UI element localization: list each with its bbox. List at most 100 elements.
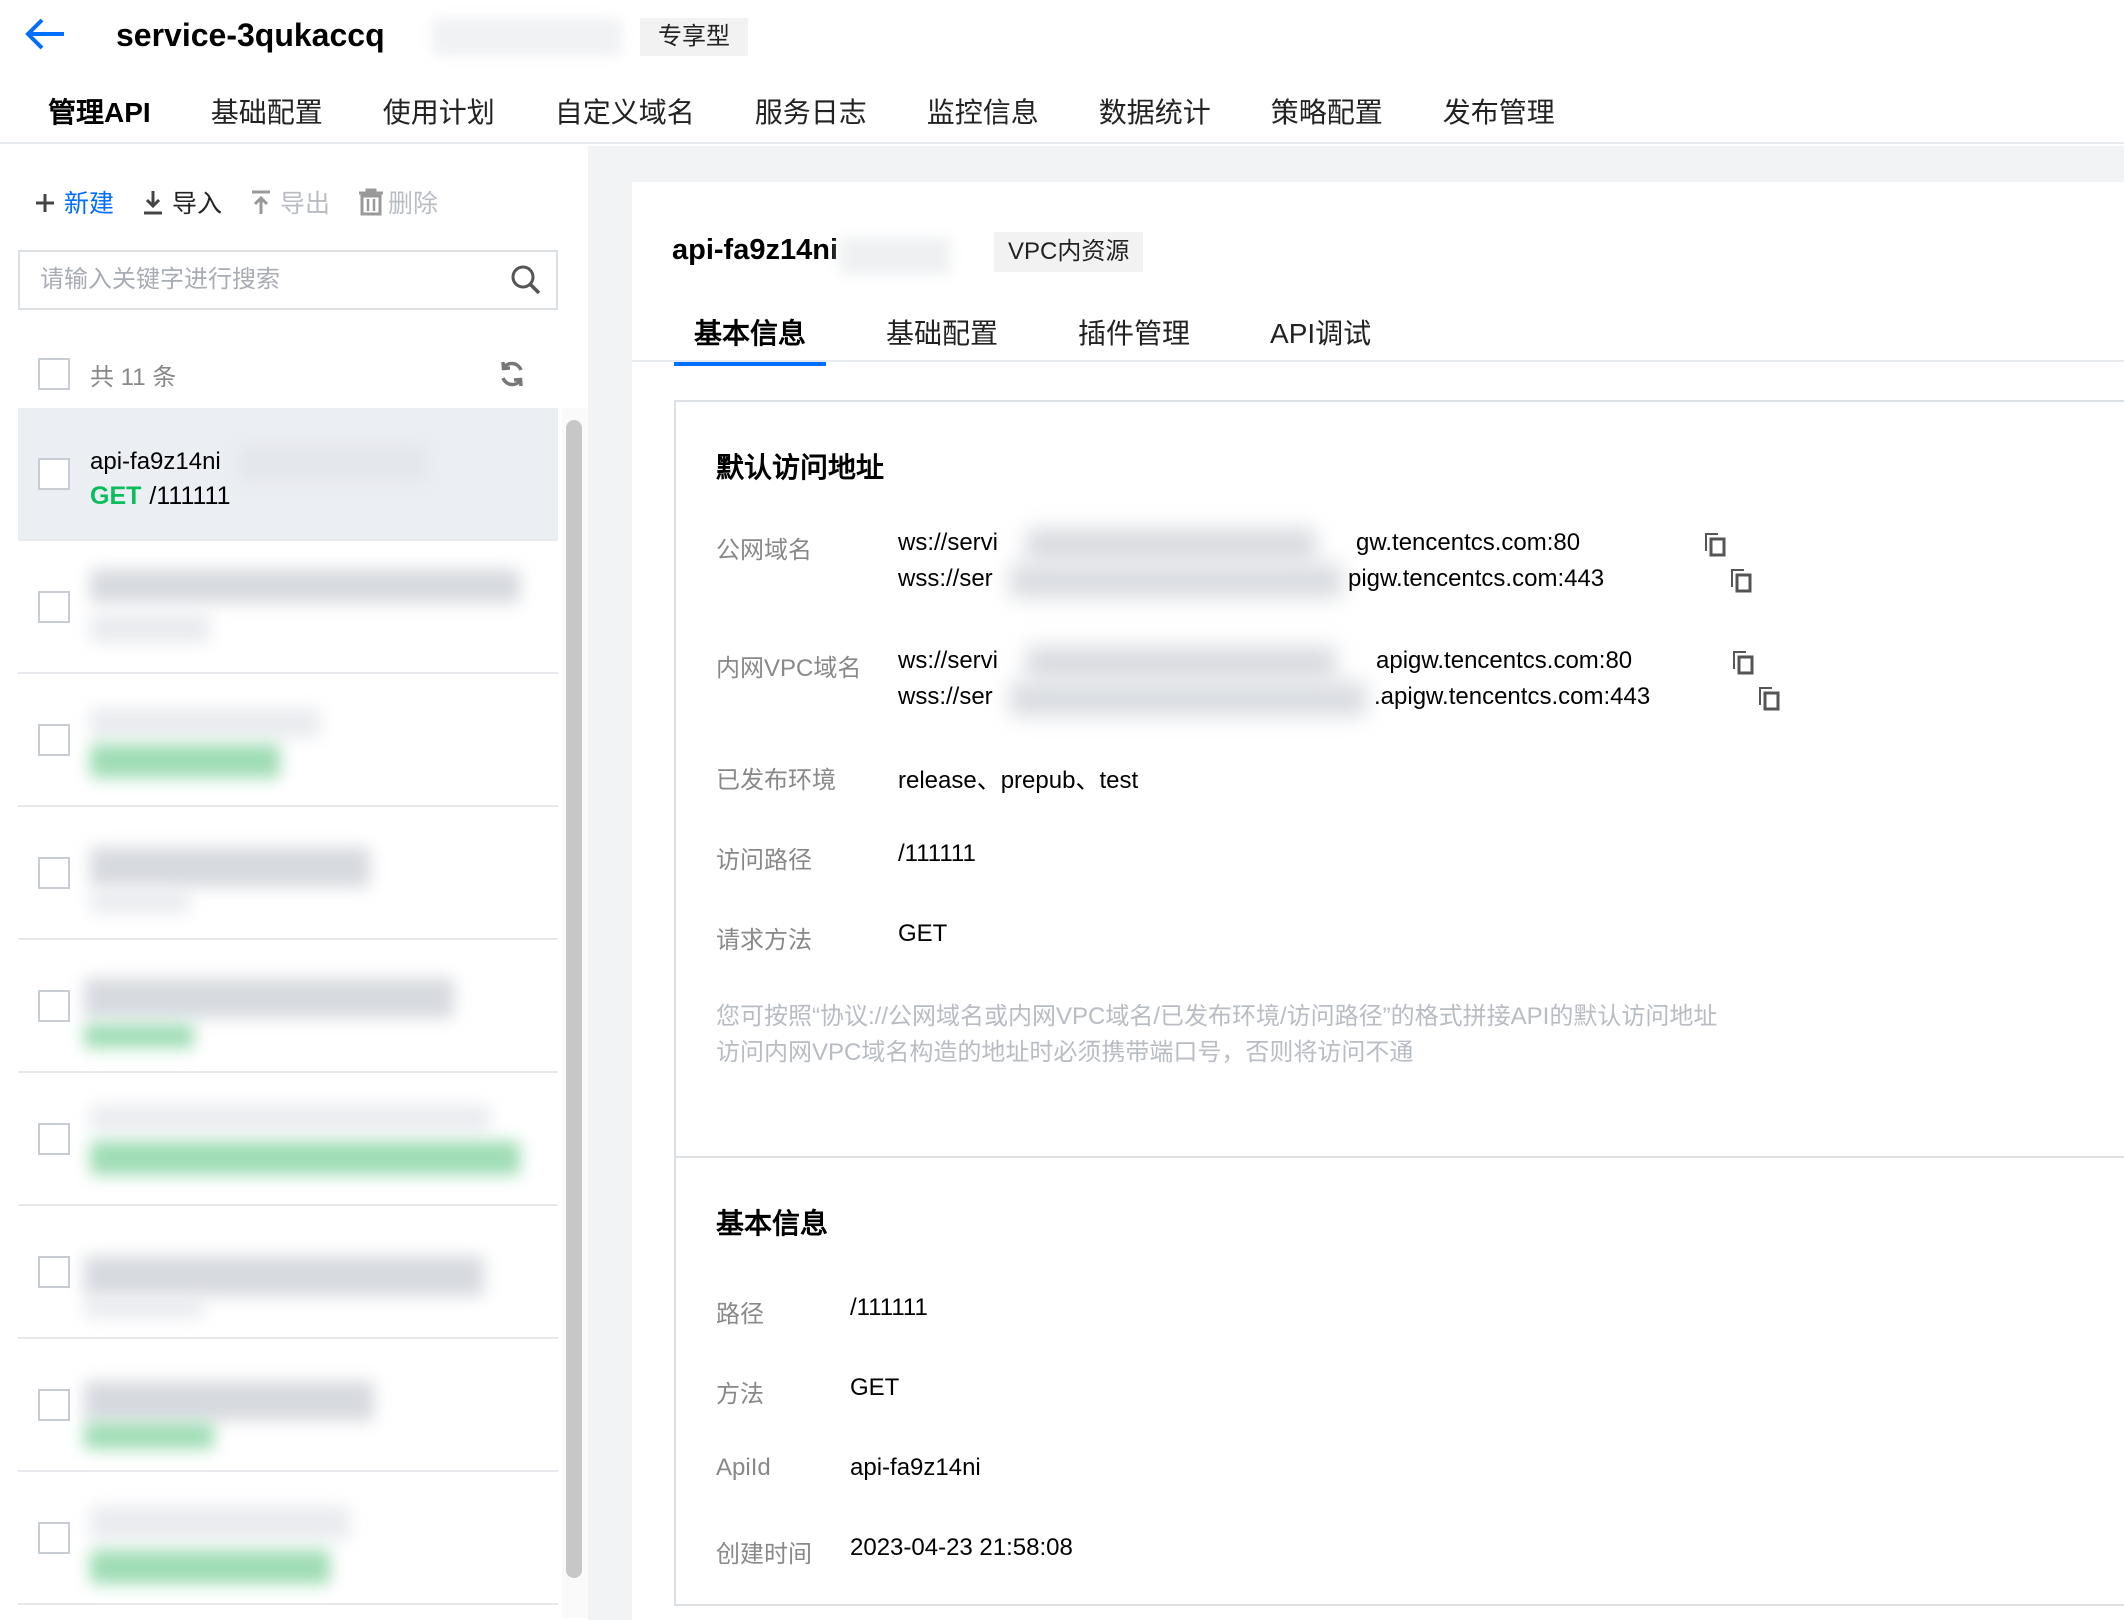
api-list-item[interactable]	[18, 1472, 558, 1605]
refresh-icon[interactable]	[496, 358, 528, 390]
trash-icon	[356, 188, 384, 216]
tab-plugin-management[interactable]: 插件管理	[1078, 312, 1190, 356]
redacted-text	[84, 978, 454, 1018]
vpc-wss-url: wss://ser .apigw.tencentcs.com:443	[898, 680, 1650, 716]
new-button-label: 新建	[64, 190, 115, 218]
tab-basic-config[interactable]: 基础配置	[211, 92, 323, 144]
url-end: .apigw.tencentcs.com:443	[1374, 683, 1651, 710]
redacted-text	[84, 1024, 194, 1048]
api-item-path-line: GET/111111	[90, 482, 231, 511]
upload-icon	[248, 188, 274, 216]
request-method-label: 请求方法	[716, 927, 812, 954]
tab-usage-plan[interactable]: 使用计划	[383, 92, 495, 144]
redacted-text	[238, 444, 428, 482]
api-list-item[interactable]	[18, 1339, 558, 1472]
request-method-value: GET	[898, 920, 948, 947]
api-detail-card: api-fa9z14ni VPC内资源 基本信息 基础配置 插件管理 API调试…	[632, 182, 2124, 1620]
redacted-text	[84, 1423, 214, 1449]
service-title: service-3qukaccq	[116, 17, 385, 53]
created-time-label: 创建时间	[716, 1541, 812, 1568]
tab-detail-basic-config[interactable]: 基础配置	[886, 312, 998, 356]
copy-icon[interactable]	[1756, 684, 1782, 712]
redacted-text	[90, 1506, 350, 1540]
tab-service-log[interactable]: 服务日志	[755, 92, 867, 144]
copy-icon[interactable]	[1702, 530, 1728, 558]
row-checkbox[interactable]	[38, 857, 70, 889]
import-button[interactable]: 导入	[140, 184, 222, 220]
tab-release-management[interactable]: 发布管理	[1443, 92, 1555, 144]
redacted-text	[90, 891, 190, 913]
api-list-panel: 新建 导入 导出 删除 共 11 条	[0, 146, 588, 1620]
search-box	[18, 250, 558, 310]
api-list-item[interactable]	[18, 940, 558, 1073]
redacted-url-part	[1026, 646, 1336, 680]
row-checkbox[interactable]	[38, 1389, 70, 1421]
new-button[interactable]: 新建	[32, 184, 114, 220]
list-scrollbar[interactable]	[566, 420, 582, 1578]
vpc-ws-url: ws://servi apigw.tencentcs.com:80	[898, 644, 1632, 680]
api-item-name: api-fa9z14ni	[90, 448, 221, 475]
delete-button[interactable]: 删除	[356, 184, 438, 220]
api-list-item[interactable]: api-fa9z14ni GET/111111	[18, 408, 558, 541]
tab-policy-config[interactable]: 策略配置	[1271, 92, 1383, 144]
redacted-text	[90, 1105, 490, 1131]
copy-icon[interactable]	[1728, 566, 1754, 594]
row-checkbox[interactable]	[38, 458, 70, 490]
api-list: api-fa9z14ni GET/111111	[18, 408, 558, 1605]
api-list-item[interactable]	[18, 541, 558, 674]
detail-tab-bar: 基本信息 基础配置 插件管理 API调试	[673, 312, 1451, 366]
tab-divider	[632, 360, 2124, 362]
delete-button-label: 删除	[388, 190, 439, 218]
api-item-path: /111111	[149, 482, 231, 510]
url-end: apigw.tencentcs.com:80	[1376, 647, 1633, 674]
row-checkbox[interactable]	[38, 1522, 70, 1554]
tab-api-debug[interactable]: API调试	[1270, 312, 1371, 356]
api-list-item[interactable]	[18, 674, 558, 807]
access-path-label: 访问路径	[716, 847, 812, 874]
api-list-item[interactable]	[18, 807, 558, 940]
export-button[interactable]: 导出	[248, 184, 330, 220]
api-list-item[interactable]	[18, 1073, 558, 1206]
export-button-label: 导出	[280, 190, 331, 218]
redacted-url-part	[1010, 564, 1342, 598]
row-checkbox[interactable]	[38, 724, 70, 756]
select-all-checkbox[interactable]	[38, 358, 70, 390]
redacted-text	[90, 1141, 520, 1175]
tab-monitoring[interactable]: 监控信息	[927, 92, 1039, 144]
api-detail-title: api-fa9z14ni	[672, 234, 838, 266]
list-count: 共 11 条	[90, 363, 177, 391]
page-header: service-3qukaccq 专享型 管理API 基础配置 使用计划 自定义…	[0, 0, 2124, 152]
api-item-method: GET	[90, 482, 142, 510]
tab-basic-info[interactable]: 基本信息	[673, 312, 827, 366]
api-list-item[interactable]	[18, 1206, 558, 1339]
public-ws-url: ws://servi gw.tencentcs.com:80	[898, 526, 1580, 562]
search-input[interactable]	[40, 252, 490, 308]
redacted-text	[90, 613, 210, 643]
list-header: 共 11 条	[38, 354, 176, 394]
redacted-api-name	[840, 238, 950, 274]
download-icon	[140, 188, 166, 216]
tab-statistics[interactable]: 数据统计	[1099, 92, 1211, 144]
service-type-badge: 专享型	[640, 18, 748, 56]
copy-icon[interactable]	[1730, 648, 1756, 676]
redacted-text	[90, 569, 520, 603]
row-checkbox[interactable]	[38, 591, 70, 623]
apiid-label: ApiId	[716, 1454, 771, 1481]
redacted-text	[90, 708, 320, 738]
created-time-value: 2023-04-23 21:58:08	[850, 1534, 1073, 1561]
row-checkbox[interactable]	[38, 1256, 70, 1288]
search-icon[interactable]	[510, 264, 542, 296]
back-arrow-icon[interactable]	[20, 14, 70, 54]
section-title: 基本信息	[716, 1208, 829, 1239]
row-checkbox[interactable]	[38, 990, 70, 1022]
public-domain-label: 公网域名	[716, 537, 812, 564]
redacted-text	[84, 1256, 484, 1296]
url-end: gw.tencentcs.com:80	[1356, 529, 1581, 556]
access-note-line-1: 您可按照“协议://公网域名或内网VPC域名/已发布环境/访问路径”的格式拼接A…	[716, 1003, 1718, 1030]
row-checkbox[interactable]	[38, 1123, 70, 1155]
url-start: ws://servi	[898, 647, 999, 674]
tab-manage-api[interactable]: 管理API	[40, 92, 171, 152]
section-title: 默认访问地址	[716, 452, 885, 483]
public-wss-url: wss://ser pigw.tencentcs.com:443	[898, 562, 1604, 598]
tab-custom-domain[interactable]: 自定义域名	[555, 92, 695, 144]
